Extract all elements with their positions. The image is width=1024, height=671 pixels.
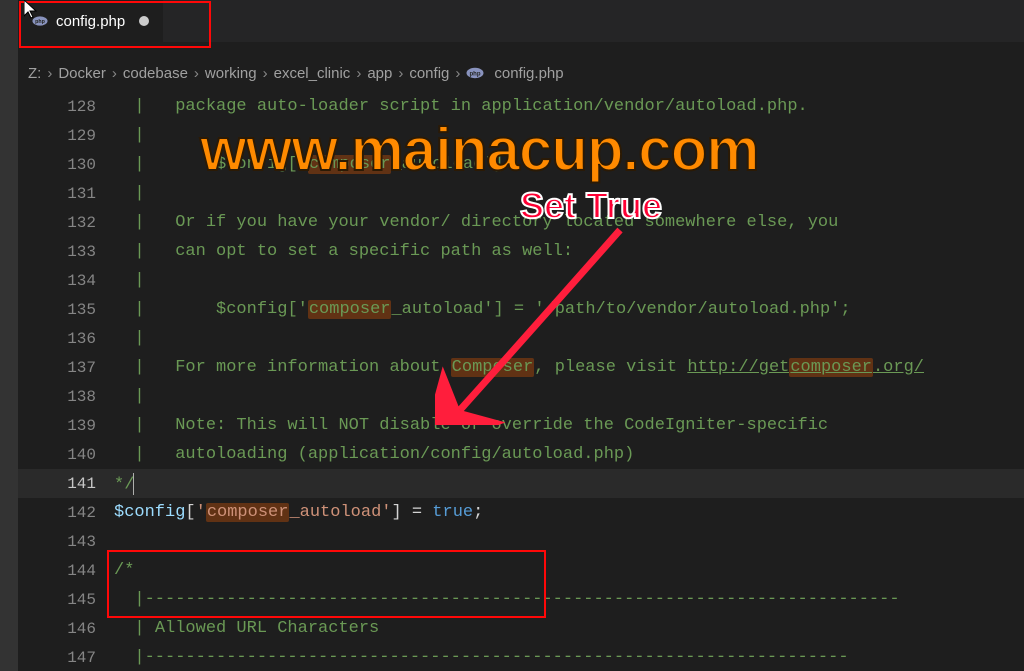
line-number: 139 <box>18 417 114 435</box>
code-line[interactable]: 134 | <box>18 266 1024 295</box>
line-number: 130 <box>18 156 114 174</box>
line-number: 146 <box>18 620 114 638</box>
php-icon: php <box>466 67 484 79</box>
tab-config-php[interactable]: php config.php <box>18 0 164 42</box>
line-number: 129 <box>18 127 114 145</box>
breadcrumb-item[interactable]: excel_clinic <box>274 65 351 82</box>
code-line[interactable]: 138 | <box>18 382 1024 411</box>
activity-bar[interactable] <box>0 0 18 671</box>
code-line[interactable]: 142 $config['composer_autoload'] = true; <box>18 498 1024 527</box>
code-line[interactable]: 129 | <box>18 121 1024 150</box>
breadcrumb-item[interactable]: Z: <box>28 65 41 82</box>
breadcrumb-item[interactable]: working <box>205 65 257 82</box>
line-number: 147 <box>18 649 114 667</box>
code-line[interactable]: 147 |-----------------------------------… <box>18 643 1024 671</box>
line-number: 140 <box>18 446 114 464</box>
line-number: 143 <box>18 533 114 551</box>
line-number: 136 <box>18 330 114 348</box>
line-number: 142 <box>18 504 114 522</box>
breadcrumb-item[interactable]: app <box>367 65 392 82</box>
line-number: 131 <box>18 185 114 203</box>
svg-text:php: php <box>35 19 46 25</box>
chevron-right-icon: › <box>455 65 460 82</box>
line-number: 133 <box>18 243 114 261</box>
line-number: 128 <box>18 98 114 116</box>
code-editor[interactable]: 128 | package auto-loader script in appl… <box>18 92 1024 671</box>
svg-text:php: php <box>470 71 481 77</box>
tab-filename: config.php <box>56 13 125 30</box>
code-line[interactable]: 146 | Allowed URL Characters <box>18 614 1024 643</box>
code-line[interactable]: 135 | $config['composer_autoload'] = '/p… <box>18 295 1024 324</box>
code-line[interactable]: 144 /* <box>18 556 1024 585</box>
line-number: 135 <box>18 301 114 319</box>
line-number: 134 <box>18 272 114 290</box>
line-number: 145 <box>18 591 114 609</box>
breadcrumb-item[interactable]: config <box>409 65 449 82</box>
tab-bar: php config.php <box>18 0 1024 42</box>
code-line[interactable]: 131 | <box>18 179 1024 208</box>
line-number: 144 <box>18 562 114 580</box>
code-line-current[interactable]: 141 */ <box>18 469 1024 498</box>
chevron-right-icon: › <box>398 65 403 82</box>
code-line[interactable]: 140 | autoloading (application/config/au… <box>18 440 1024 469</box>
php-icon: php <box>32 13 48 29</box>
line-number: 141 <box>18 475 114 493</box>
chevron-right-icon: › <box>47 65 52 82</box>
line-number: 137 <box>18 359 114 377</box>
code-line[interactable]: 132 | Or if you have your vendor/ direct… <box>18 208 1024 237</box>
text-caret <box>133 473 134 495</box>
breadcrumb-item[interactable]: config.php <box>494 65 563 82</box>
line-number: 138 <box>18 388 114 406</box>
code-line[interactable]: 139 | Note: This will NOT disable or ove… <box>18 411 1024 440</box>
breadcrumb-item[interactable]: Docker <box>58 65 106 82</box>
editor-window: php config.php Z: › Docker › codebase › … <box>0 0 1024 671</box>
breadcrumbs[interactable]: Z: › Docker › codebase › working › excel… <box>18 58 1024 88</box>
dirty-indicator-icon[interactable] <box>139 16 149 26</box>
code-line[interactable]: 128 | package auto-loader script in appl… <box>18 92 1024 121</box>
breadcrumb-item[interactable]: codebase <box>123 65 188 82</box>
code-line[interactable]: 136 | <box>18 324 1024 353</box>
code-line[interactable]: 137 | For more information about Compose… <box>18 353 1024 382</box>
chevron-right-icon: › <box>263 65 268 82</box>
line-number: 132 <box>18 214 114 232</box>
chevron-right-icon: › <box>112 65 117 82</box>
code-line[interactable]: 130 | $config['composer_autoload'] <box>18 150 1024 179</box>
code-line[interactable]: 143 <box>18 527 1024 556</box>
chevron-right-icon: › <box>356 65 361 82</box>
code-line[interactable]: 133 | can opt to set a specific path as … <box>18 237 1024 266</box>
code-line[interactable]: 145 |-----------------------------------… <box>18 585 1024 614</box>
chevron-right-icon: › <box>194 65 199 82</box>
